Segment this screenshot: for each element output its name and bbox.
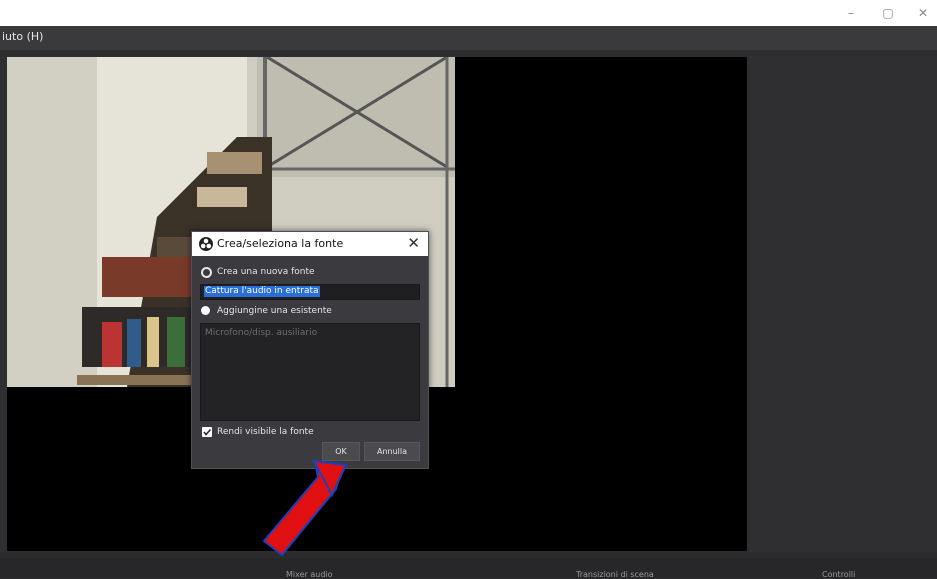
dialog-titlebar: Crea/seleziona la fonte ✕: [192, 232, 428, 256]
create-select-source-dialog: Crea/seleziona la fonte ✕ Crea una nuova…: [191, 231, 429, 469]
menu-item-help[interactable]: iuto (H): [2, 30, 43, 43]
add-existing-label: Aggiungine una esistente: [217, 306, 332, 316]
menu-bar: iuto (H): [0, 26, 937, 50]
visible-source-checkbox[interactable]: [202, 427, 212, 437]
annotation-arrow-icon: [262, 459, 348, 557]
dialog-title: Crea/seleziona la fonte: [217, 237, 344, 250]
visible-source-label: Rendi visibile la fonte: [217, 427, 314, 437]
checkmark-icon: [203, 428, 212, 436]
new-source-name-value: Cattura l'audio in entrata: [204, 286, 320, 297]
close-window-button[interactable]: ✕: [912, 4, 934, 22]
dock-bar: [0, 558, 937, 578]
list-item[interactable]: Microfono/disp. ausiliario: [205, 328, 317, 338]
radio-create-new[interactable]: [201, 267, 212, 278]
existing-sources-list[interactable]: Microfono/disp. ausiliario: [200, 323, 420, 421]
create-new-label: Crea una nuova fonte: [217, 267, 315, 277]
cancel-button[interactable]: Annulla: [364, 442, 420, 461]
restore-button[interactable]: ▢: [877, 4, 899, 22]
obs-logo-icon: [199, 237, 213, 251]
new-source-name-input[interactable]: Cattura l'audio in entrata: [200, 284, 420, 300]
minimize-button[interactable]: –: [840, 4, 862, 22]
window-titlebar: – ▢ ✕: [0, 0, 937, 26]
radio-add-existing[interactable]: [201, 306, 210, 315]
dialog-close-icon[interactable]: ✕: [407, 234, 420, 252]
